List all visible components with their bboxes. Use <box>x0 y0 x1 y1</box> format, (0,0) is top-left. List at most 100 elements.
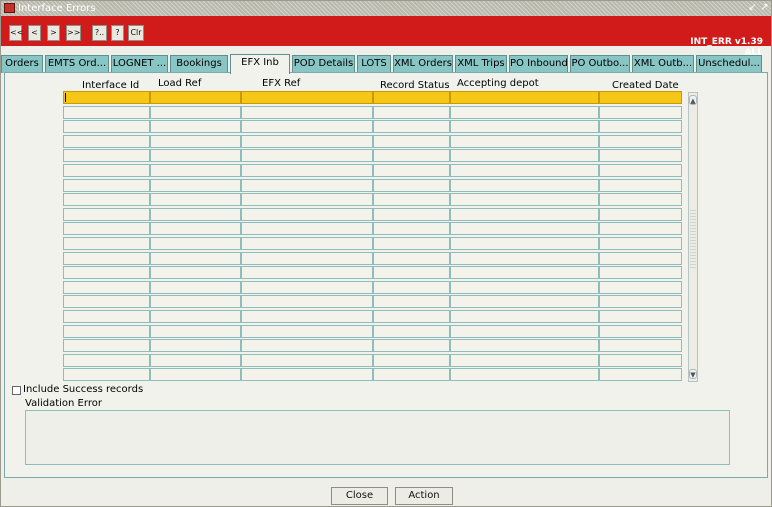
table-cell[interactable] <box>599 164 682 177</box>
table-cell[interactable] <box>63 207 150 221</box>
validation-error-field[interactable] <box>25 410 730 465</box>
table-cell[interactable] <box>241 149 373 163</box>
table-cell[interactable] <box>450 310 599 323</box>
table-row[interactable] <box>63 251 683 265</box>
table-cell[interactable] <box>150 120 241 134</box>
table-cell[interactable] <box>241 178 373 192</box>
table-row[interactable] <box>63 207 683 221</box>
title-bar[interactable]: Interface Errors ↙ ↗ <box>1 1 771 16</box>
table-cell[interactable] <box>373 324 450 338</box>
table-cell[interactable] <box>150 164 241 177</box>
table-cell[interactable] <box>599 353 682 367</box>
table-cell[interactable] <box>63 237 150 250</box>
table-cell[interactable] <box>241 295 373 309</box>
table-cell[interactable] <box>150 310 241 323</box>
table-cell[interactable] <box>241 324 373 338</box>
table-cell[interactable] <box>241 105 373 119</box>
table-cell[interactable] <box>599 207 682 221</box>
query-execute-button[interactable]: ? <box>111 25 124 41</box>
table-cell[interactable] <box>241 120 373 134</box>
tab-orders[interactable]: Orders <box>1 55 43 73</box>
table-cell[interactable] <box>63 134 150 148</box>
table-cell[interactable] <box>63 193 150 207</box>
table-cell[interactable] <box>373 237 450 250</box>
table-cell[interactable] <box>450 164 599 177</box>
first-record-button[interactable]: << <box>9 25 23 41</box>
table-cell[interactable] <box>450 222 599 236</box>
table-cell[interactable] <box>150 105 241 119</box>
table-row[interactable] <box>63 105 683 119</box>
tab-lots[interactable]: LOTS <box>357 55 391 73</box>
table-cell[interactable] <box>373 280 450 294</box>
table-cell[interactable] <box>150 193 241 207</box>
table-row[interactable] <box>63 149 683 163</box>
table-cell[interactable] <box>150 251 241 265</box>
table-cell[interactable] <box>241 310 373 323</box>
scroll-up-icon[interactable]: ▲ <box>689 95 697 105</box>
table-cell[interactable] <box>241 353 373 367</box>
table-cell[interactable] <box>63 310 150 323</box>
table-cell[interactable] <box>450 353 599 367</box>
table-cell[interactable] <box>373 266 450 280</box>
table-cell[interactable] <box>599 193 682 207</box>
table-cell[interactable] <box>63 339 150 353</box>
table-cell[interactable] <box>599 237 682 250</box>
include-success-checkbox[interactable] <box>12 386 21 395</box>
table-cell[interactable] <box>599 310 682 323</box>
table-cell[interactable] <box>599 280 682 294</box>
table-cell[interactable] <box>599 251 682 265</box>
table-cell[interactable] <box>450 324 599 338</box>
table-cell[interactable] <box>241 193 373 207</box>
grid-vertical-scrollbar[interactable]: ▲ ▼ <box>688 92 698 382</box>
table-row[interactable] <box>63 266 683 280</box>
table-cell[interactable] <box>450 339 599 353</box>
table-cell[interactable] <box>150 178 241 192</box>
tab-po-outbound[interactable]: PO Outbo... <box>570 55 630 73</box>
table-cell[interactable] <box>150 134 241 148</box>
table-cell[interactable] <box>63 149 150 163</box>
table-cell[interactable] <box>150 222 241 236</box>
table-cell[interactable] <box>599 324 682 338</box>
table-cell[interactable] <box>241 339 373 353</box>
table-cell[interactable] <box>373 178 450 192</box>
table-cell[interactable] <box>373 368 450 382</box>
table-cell[interactable] <box>241 280 373 294</box>
table-row[interactable] <box>63 324 683 338</box>
table-cell[interactable] <box>63 280 150 294</box>
table-cell[interactable] <box>63 251 150 265</box>
table-cell[interactable] <box>63 295 150 309</box>
table-cell[interactable] <box>150 280 241 294</box>
table-cell[interactable] <box>373 222 450 236</box>
table-row[interactable] <box>63 295 683 309</box>
table-row[interactable] <box>63 120 683 134</box>
table-cell[interactable] <box>450 207 599 221</box>
table-cell[interactable] <box>599 295 682 309</box>
action-button[interactable]: Action <box>395 487 453 505</box>
close-button[interactable]: Close <box>331 487 388 505</box>
scroll-down-icon[interactable]: ▼ <box>689 369 697 379</box>
tab-po-inbound[interactable]: PO Inbound <box>509 55 568 73</box>
table-cell[interactable] <box>373 353 450 367</box>
table-cell[interactable] <box>450 149 599 163</box>
table-cell[interactable] <box>150 207 241 221</box>
table-cell[interactable] <box>599 178 682 192</box>
table-cell[interactable] <box>150 266 241 280</box>
table-cell[interactable] <box>373 105 450 119</box>
table-cell[interactable] <box>599 91 682 104</box>
table-cell[interactable] <box>599 266 682 280</box>
table-row[interactable] <box>63 310 683 323</box>
table-cell[interactable] <box>150 339 241 353</box>
table-cell[interactable] <box>373 149 450 163</box>
table-cell[interactable] <box>599 120 682 134</box>
tab-xml-trips[interactable]: XML Trips <box>455 55 507 73</box>
table-cell[interactable] <box>150 353 241 367</box>
table-cell[interactable] <box>63 164 150 177</box>
minimize-icon[interactable]: ↙ <box>747 2 758 14</box>
table-cell[interactable] <box>241 368 373 382</box>
table-cell[interactable] <box>150 149 241 163</box>
tab-lognet[interactable]: LOGNET ... <box>111 55 168 73</box>
table-cell[interactable] <box>373 310 450 323</box>
table-cell[interactable] <box>63 91 150 104</box>
table-cell[interactable] <box>150 324 241 338</box>
table-row[interactable] <box>63 222 683 236</box>
